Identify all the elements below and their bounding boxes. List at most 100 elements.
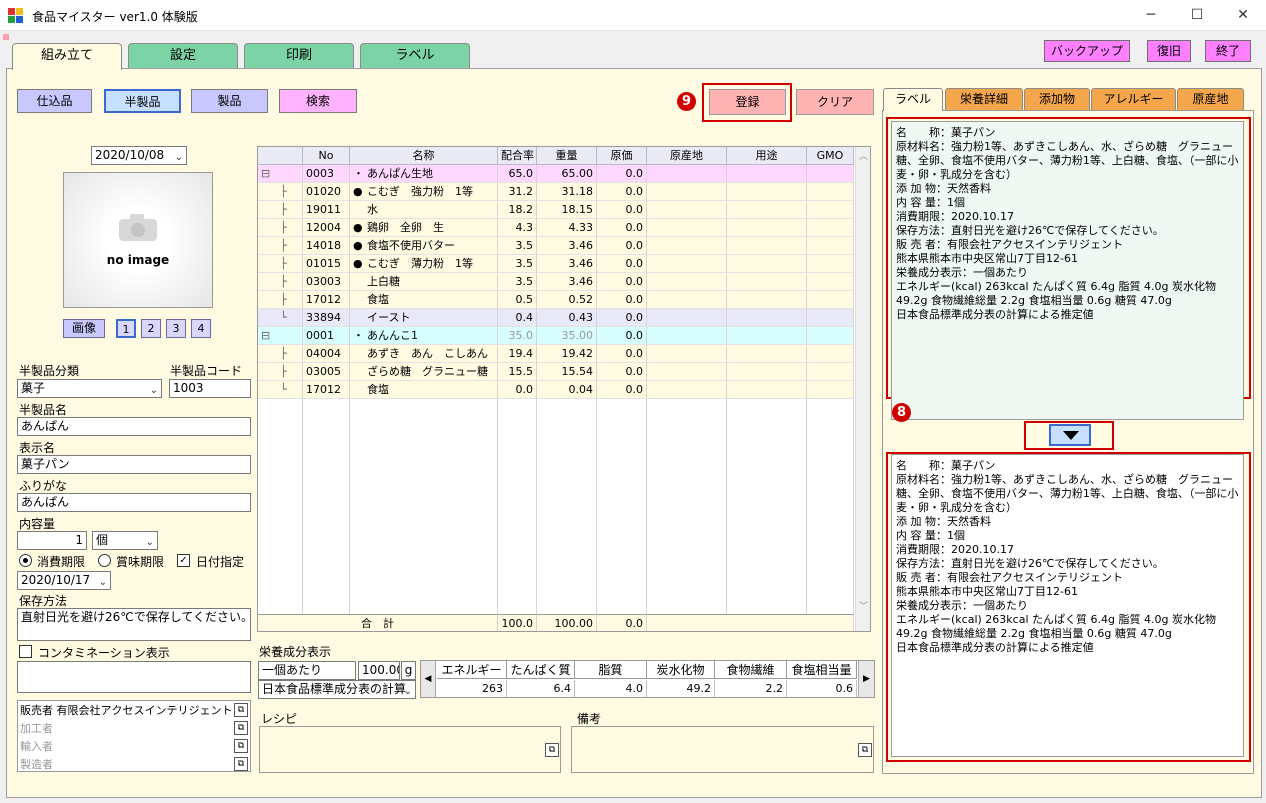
table-row[interactable]: ├ 03003 上白糖 3.5 3.46 0.0 [258,273,854,291]
use-by-radio[interactable] [19,554,32,567]
image-button[interactable]: 画像 [63,319,105,338]
image-page-1[interactable]: 1 [116,319,136,338]
register-button[interactable]: 登録 [709,89,786,115]
maximize-button[interactable]: ☐ [1174,0,1220,31]
table-row[interactable]: └ 33894 イースト 0.4 0.43 0.0 [258,309,854,327]
grid-scrollbar[interactable]: ︿ ﹀ [855,147,870,631]
table-row[interactable]: ├ 19011 水 18.2 18.15 0.0 [258,201,854,219]
prep-item-button[interactable]: 仕込品 [17,89,92,113]
table-row[interactable]: ├ 17012 食塩 0.5 0.52 0.0 [258,291,854,309]
tab-assemble[interactable]: 組み立て [12,43,122,70]
product-image: no image [63,172,213,308]
best-before-radio[interactable] [98,554,111,567]
tab-origin[interactable]: 原産地 [1177,88,1244,110]
empty-row [258,453,854,471]
cell-no: 03005 [303,363,350,381]
contamination-checkbox[interactable] [19,645,32,658]
product-button[interactable]: 製品 [191,89,268,113]
table-row[interactable]: ├ 01020 ● こむぎ 強力粉 1等 31.2 31.18 0.0 [258,183,854,201]
content-unit-select[interactable]: 個 ⌄ [92,531,158,550]
close-button[interactable]: ✕ [1220,0,1266,31]
date-picker[interactable]: 2020/10/08 ⌄ [91,146,187,165]
storage-field[interactable]: 直射日光を避け26℃で保存してください。 [17,608,251,641]
tab-settings[interactable]: 設定 [128,43,238,69]
category-select[interactable]: 菓子 ⌄ [17,379,162,398]
search-button[interactable]: 検索 [279,89,357,113]
copy-icon[interactable]: ⧉ [234,703,248,717]
grid-total-row: 合 計 100.0 100.00 0.0 [258,614,854,631]
chevron-down-icon[interactable]: ﹀ [859,599,868,612]
use-by-label: 消費期限 [37,555,86,569]
cell-empty [350,471,498,489]
cell-empty [350,507,498,525]
date-spec-checkbox[interactable]: ✓ [177,554,190,567]
nutrition-title: 栄養成分表示 [259,645,332,659]
cell-name: 鶏卵 全卵 生 [364,219,498,237]
notes-field[interactable]: ⧉ [571,726,874,773]
nutrition-per-field[interactable]: 一個あたり [258,661,356,680]
code-field[interactable]: 1003 [169,379,251,398]
exit-button[interactable]: 終了 [1205,40,1251,62]
copy-icon[interactable]: ⧉ [858,743,872,757]
empty-row [258,561,854,579]
cell-tree: └ [258,381,303,399]
cell-empty [647,435,727,453]
cell-empty [498,525,537,543]
ingredient-grid[interactable]: No 名称 配合率 重量 原価 原産地 用途 GMO ⊟ 0003 ・あんぱん生地 6… [257,146,871,632]
table-row[interactable]: ├ 12004 ● 鶏卵 全卵 生 4.3 4.33 0.0 [258,219,854,237]
tab-label-text[interactable]: ラベル [883,88,943,111]
display-name-field[interactable]: 菓子パン [17,455,251,474]
image-page-3[interactable]: 3 [166,319,186,338]
table-row[interactable]: ⊟ 0003 ・あんぱん生地 65.0 65.00 0.0 [258,165,854,183]
chevron-up-icon[interactable]: ︿ [859,149,868,162]
scroll-left-icon[interactable]: ◀ [421,661,436,697]
copy-down-button[interactable] [1049,424,1091,446]
contamination-field[interactable] [17,661,251,693]
cell-empty [597,435,647,453]
table-row[interactable]: ├ 14018 ● 食塩不使用バター 3.5 3.46 0.0 [258,237,854,255]
copy-icon[interactable]: ⧉ [545,743,559,757]
image-page-4[interactable]: 4 [191,319,211,338]
tab-label[interactable]: ラベル [360,43,470,69]
cell-rate: 35.0 [498,327,537,345]
cell-empty [537,453,597,471]
cell-empty [258,453,303,471]
table-row[interactable]: ├ 03005 ざらめ糖 グラニュー糖 15.5 15.54 0.0 [258,363,854,381]
table-row[interactable]: ├ 04004 あずき あん こしあん 19.4 19.42 0.0 [258,345,854,363]
cell-weight: 4.33 [537,219,597,237]
label-text-top[interactable]: 名 称：菓子パン 原材料名：強力粉1等、あずきこしあん、水、ざらめ糖 グラニュー… [891,121,1244,420]
name-field[interactable]: あんぱん [17,417,251,436]
recipe-field[interactable]: ⧉ [259,726,561,773]
furigana-field[interactable]: あんぱん [17,493,251,512]
tab-print[interactable]: 印刷 [244,43,354,69]
content-quantity-field[interactable]: 1 [17,531,87,550]
nutrition-amount-field[interactable]: 100.00 [358,661,400,680]
semi-product-button[interactable]: 半製品 [104,89,181,113]
cell-empty [537,489,597,507]
table-row[interactable]: ├ 01015 ● こむぎ 薄力粉 1等 3.5 3.46 0.0 [258,255,854,273]
copy-icon[interactable]: ⧉ [234,739,248,753]
cell-empty [807,309,854,327]
clear-button[interactable]: クリア [796,89,874,115]
table-row[interactable]: ⊟ 0001 ・あんんこ1 35.0 35.00 0.0 [258,327,854,345]
scroll-right-icon[interactable]: ▶ [858,661,874,697]
label-text-bottom[interactable]: 名 称：菓子パン 原材料名：強力粉1等、あずきこしあん、水、ざらめ糖 グラニュー… [891,454,1244,757]
minimize-button[interactable]: ─ [1128,0,1174,31]
copy-icon[interactable]: ⧉ [234,721,248,735]
image-page-2[interactable]: 2 [141,319,161,338]
tab-nutrition-detail[interactable]: 栄養詳細 [945,88,1023,110]
cell-empty [647,219,727,237]
header-cost: 原価 [597,147,647,165]
tab-allergy[interactable]: アレルギー [1091,88,1176,110]
table-row[interactable]: └ 17012 食塩 0.0 0.04 0.0 [258,381,854,399]
expiry-date-picker[interactable]: 2020/10/17 ⌄ [17,571,111,590]
nutrition-source-select[interactable]: 日本食品標準成分表の計算 ⌄ [258,680,416,699]
cell-name: こむぎ 強力粉 1等 [364,183,498,201]
cell-empty [647,525,727,543]
cell-empty [807,399,854,417]
copy-icon[interactable]: ⧉ [234,757,248,771]
tab-additives[interactable]: 添加物 [1024,88,1090,110]
cell-name: 食塩 [364,291,498,309]
restore-button[interactable]: 復旧 [1147,40,1191,62]
backup-button[interactable]: バックアップ [1044,40,1130,62]
